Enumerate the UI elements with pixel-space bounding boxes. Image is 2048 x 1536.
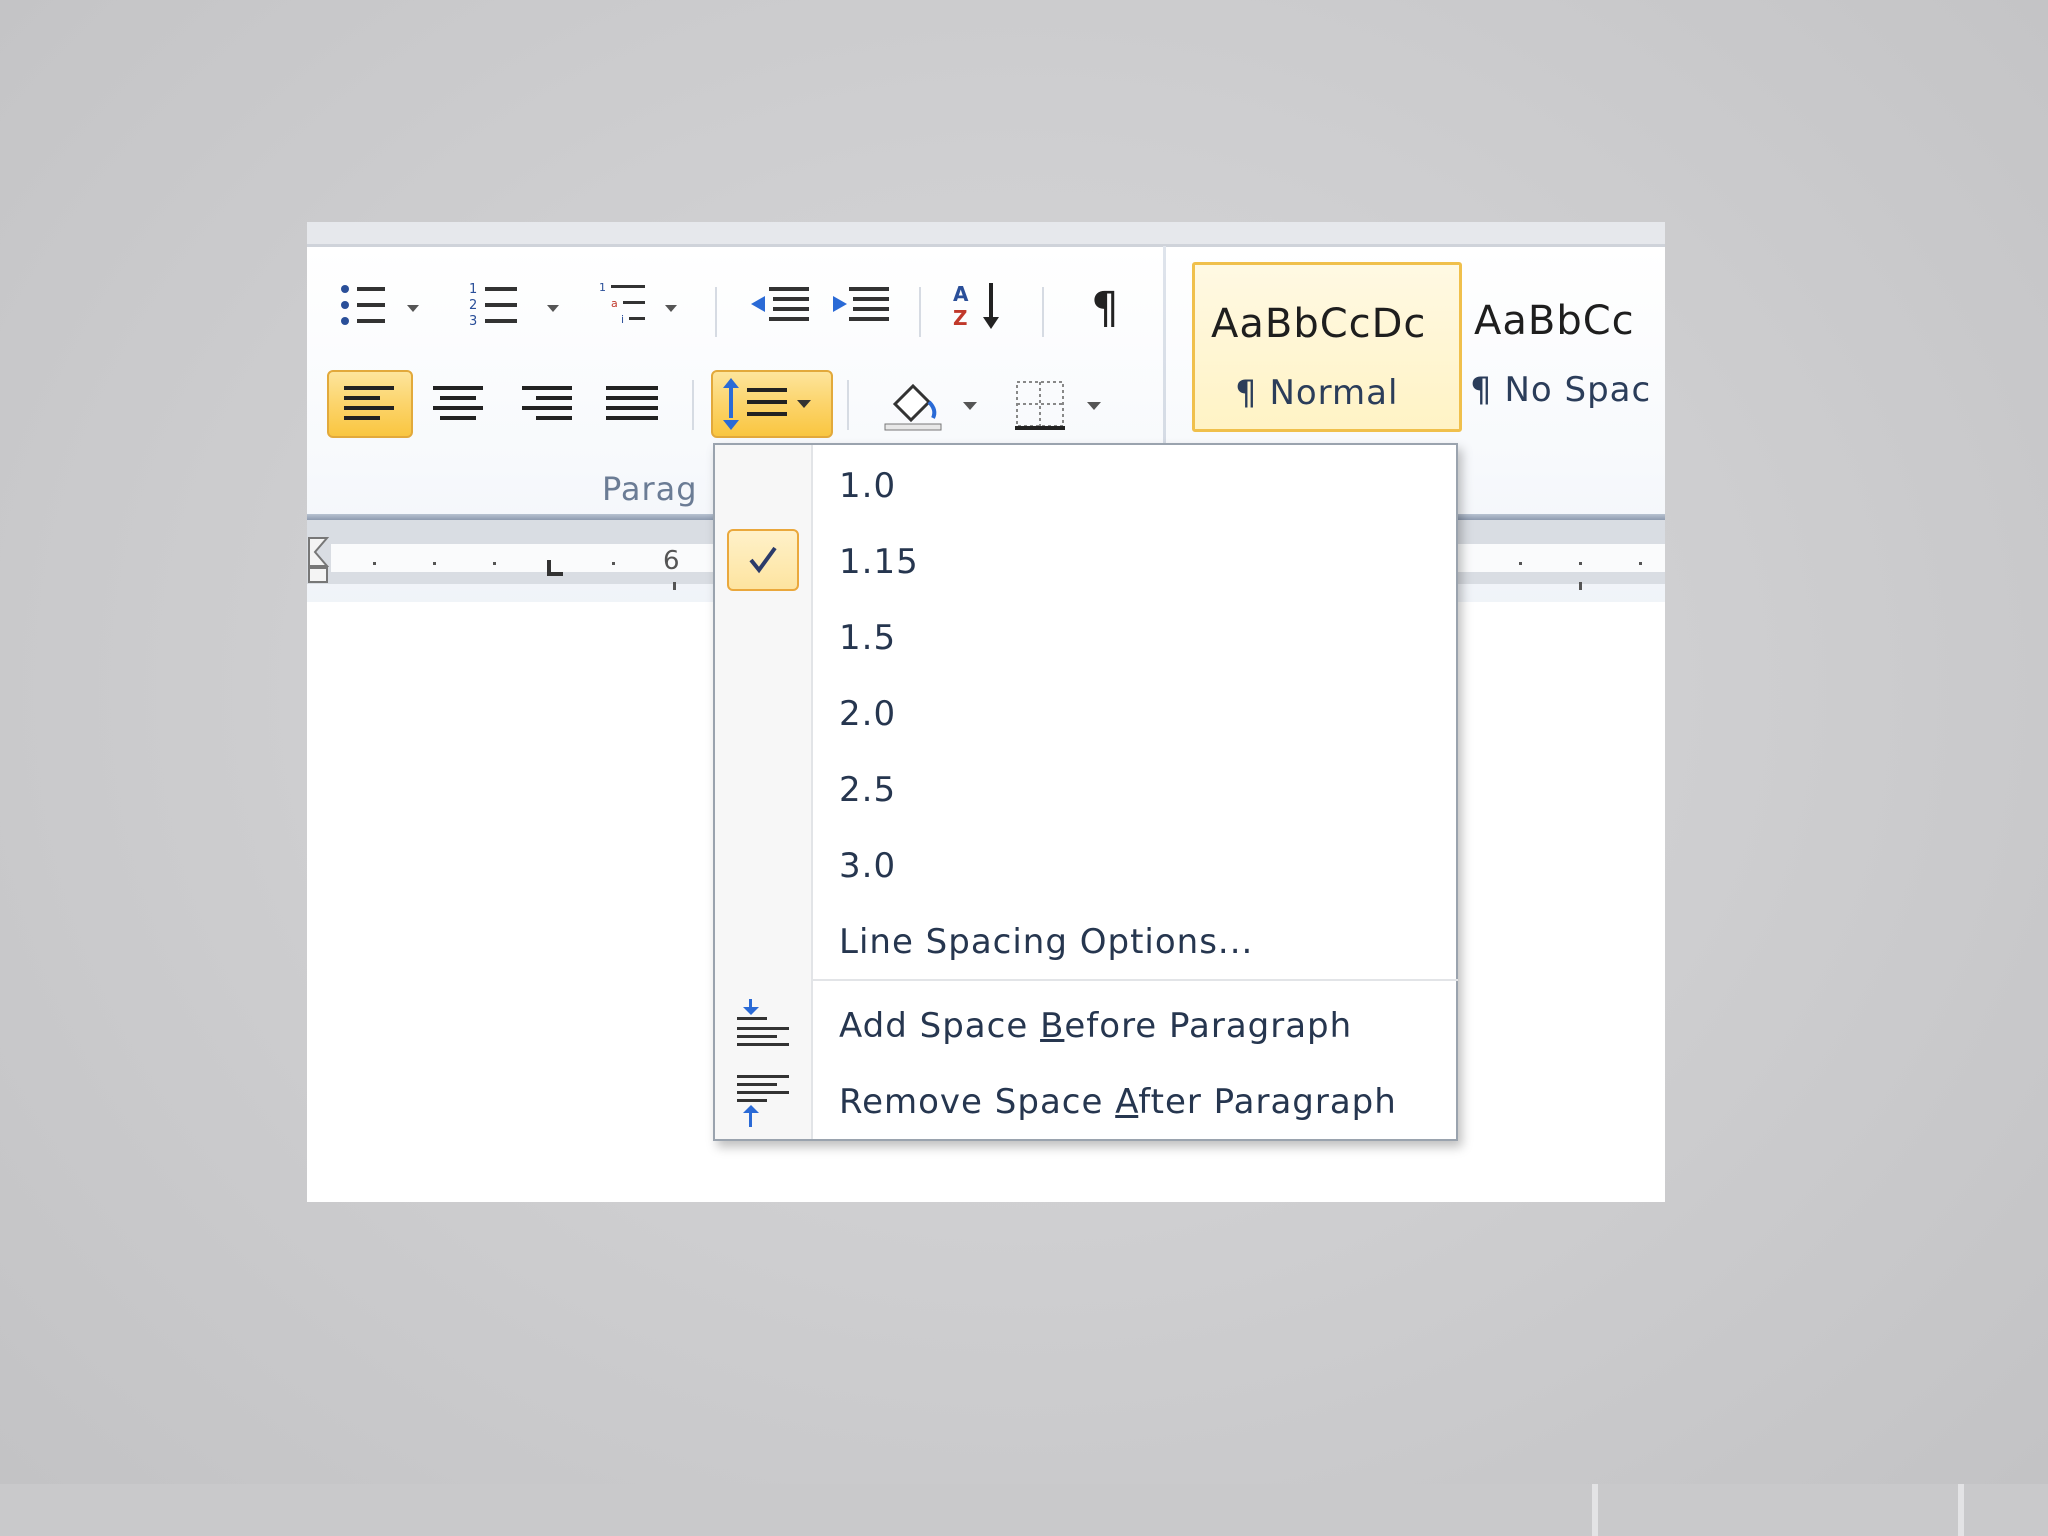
menu-item-label: 2.0 (839, 694, 897, 734)
ruler-tick (1639, 562, 1642, 565)
separator (919, 287, 921, 337)
decrease-indent-button[interactable] (747, 277, 817, 337)
label-part: Add Space (839, 1006, 1041, 1046)
sort-button[interactable]: A Z (947, 277, 1017, 337)
multilevel-list-button[interactable]: 1 a i (595, 277, 695, 337)
styles-gallery: AaBbCcDc ¶ Normal AaBbCc ¶ No Spac (1192, 262, 1665, 434)
svg-text:3: 3 (469, 314, 477, 329)
bullets-button[interactable] (335, 277, 425, 337)
svg-text:2: 2 (469, 298, 477, 313)
separator (847, 380, 849, 430)
add-space-before-icon (737, 999, 789, 1046)
menu-item-label: 1.5 (839, 618, 897, 658)
align-right-icon (522, 386, 572, 420)
justify-button[interactable] (597, 370, 667, 438)
tab-stop-icon (547, 560, 563, 576)
align-center-icon (433, 386, 483, 420)
svg-text:¶: ¶ (1091, 283, 1119, 334)
style-normal[interactable]: AaBbCcDc ¶ Normal (1192, 262, 1462, 432)
access-key: B (1040, 1006, 1065, 1046)
line-spacing-button[interactable] (711, 370, 833, 438)
ruler-tick (493, 562, 496, 565)
style-name: ¶ No Spac (1470, 370, 1652, 410)
shading-button[interactable] (877, 370, 987, 438)
menu-item-2-5[interactable]: 2.5 (715, 755, 1456, 825)
show-formatting-button[interactable]: ¶ (1077, 277, 1147, 337)
svg-text:A: A (953, 282, 969, 306)
increase-indent-button[interactable] (827, 277, 897, 337)
separator (715, 287, 717, 337)
shading-icon (884, 383, 977, 431)
ruler-tick (1579, 562, 1582, 565)
style-name: ¶ Normal (1235, 373, 1399, 413)
ruler-tick (612, 562, 615, 565)
line-spacing-menu: 1.0 1.15 1.5 2.0 2.5 3.0 Line Spacing Op… (713, 443, 1458, 1141)
svg-text:1: 1 (469, 282, 477, 297)
style-sample: AaBbCc (1474, 298, 1635, 344)
menu-item-1-5[interactable]: 1.5 (715, 603, 1456, 673)
taskbar-separator (1958, 1484, 1964, 1536)
svg-text:Z: Z (953, 306, 968, 330)
menu-item-add-space-before[interactable]: Add Space Before Paragraph (715, 991, 1456, 1061)
taskbar-strip (0, 1484, 2048, 1536)
borders-icon (1015, 381, 1101, 430)
borders-button[interactable] (1005, 370, 1115, 438)
svg-text:1: 1 (599, 281, 606, 294)
increase-indent-icon (833, 287, 889, 321)
menu-item-2-0[interactable]: 2.0 (715, 679, 1456, 749)
svg-text:i: i (621, 313, 624, 326)
multilevel-list-icon: 1 a i (599, 281, 677, 326)
numbering-icon: 1 2 3 (469, 282, 559, 329)
align-right-button[interactable] (511, 370, 581, 438)
label-part: Remove Space (839, 1082, 1116, 1122)
separator (692, 380, 694, 430)
justify-icon (606, 386, 658, 420)
align-left-button[interactable] (327, 370, 413, 438)
svg-text:a: a (611, 297, 618, 310)
separator (1042, 287, 1044, 337)
menu-item-label: Line Spacing Options... (839, 922, 1254, 962)
pilcrow-icon: ¶ (1091, 283, 1119, 334)
remove-space-after-icon (737, 1075, 789, 1127)
menu-item-remove-space-after[interactable]: Remove Space After Paragraph (715, 1067, 1456, 1137)
menu-item-label: Add Space Before Paragraph (839, 991, 1352, 1061)
paragraph-group-label: Parag (602, 470, 698, 508)
indent-marker-icon (308, 537, 330, 583)
menu-item-3-0[interactable]: 3.0 (715, 831, 1456, 901)
menu-item-label: 1.15 (839, 542, 919, 582)
menu-item-line-spacing-options[interactable]: Line Spacing Options... (715, 907, 1456, 977)
taskbar-separator (1592, 1484, 1598, 1536)
menu-item-label: 1.0 (839, 466, 897, 506)
ruler-tick (1579, 582, 1582, 590)
align-left-icon (344, 386, 394, 420)
bullets-icon (341, 285, 419, 325)
decrease-indent-icon (751, 287, 809, 321)
line-spacing-icon (723, 378, 811, 430)
style-sample: AaBbCcDc (1211, 301, 1427, 347)
ruler-tick (1519, 562, 1522, 565)
menu-separator (813, 979, 1458, 981)
menu-item-label: 3.0 (839, 846, 897, 886)
sort-az-icon: A Z (953, 282, 999, 330)
menu-item-1-15[interactable]: 1.15 (715, 527, 1456, 597)
menu-item-label: Remove Space After Paragraph (839, 1067, 1397, 1137)
menu-item-label: 2.5 (839, 770, 897, 810)
align-center-button[interactable] (423, 370, 493, 438)
ruler-tick (373, 562, 376, 565)
label-part: efore Paragraph (1064, 1006, 1353, 1046)
ruler-tick (433, 562, 436, 565)
label-part: fter Paragraph (1138, 1082, 1397, 1122)
style-no-spacing[interactable]: AaBbCc ¶ No Spac (1470, 262, 1665, 432)
numbering-button[interactable]: 1 2 3 (467, 277, 577, 337)
ribbon-top-strip (307, 222, 1665, 247)
ruler-number: 6 (663, 546, 680, 576)
menu-item-1-0[interactable]: 1.0 (715, 451, 1456, 521)
access-key: A (1115, 1082, 1139, 1122)
ruler-tick (673, 582, 676, 590)
